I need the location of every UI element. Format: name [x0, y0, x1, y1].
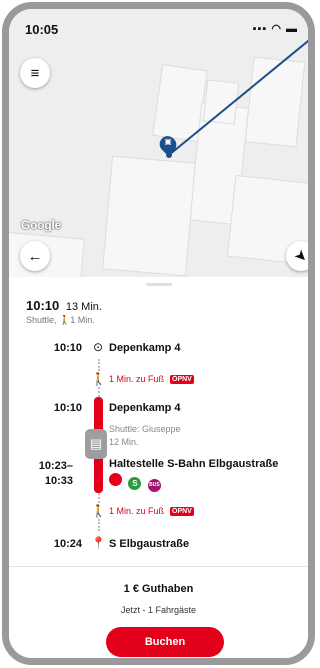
sheet-handle[interactable] [145, 283, 172, 286]
back-button[interactable]: ← [20, 241, 50, 271]
trip-summary: 10:10 13 Min. [26, 298, 102, 313]
trip-duration: 13 Min. [65, 301, 102, 313]
stop3-time-end: 10:33 [44, 475, 73, 487]
walk-icon: 🚶 [91, 372, 106, 386]
stop4-name: S Elbgaustraße [109, 538, 190, 550]
shuttle-duration: 12 Min. [109, 437, 139, 447]
stop2-time: 10:10 [53, 402, 82, 414]
booking-divider [9, 566, 308, 567]
locate-button[interactable]: ➤ [286, 241, 312, 271]
stop3-time-start: 10:23– [38, 460, 73, 472]
origin-icon: ⊙ [92, 340, 104, 354]
book-button[interactable]: Buchen [106, 627, 224, 657]
walk-dots-4 [98, 519, 102, 531]
passenger-info[interactable]: Jetzt - 1 Fahrgäste [9, 605, 308, 615]
shuttle-driver: Shuttle: Giuseppe [109, 424, 181, 434]
status-bar: 10:05 ▪▪▪ ◠ ▬ [9, 9, 308, 43]
stop3-name: Haltestelle S-Bahn Elbgaustraße [109, 458, 279, 470]
shuttle-vehicle-icon: ▤ [85, 429, 107, 459]
credit-label: 1 € Guthaben [123, 583, 194, 595]
walk-dots-1 [98, 359, 102, 371]
bus-line-icon: BUS [147, 479, 161, 492]
walk-dots-3 [98, 493, 102, 503]
google-attribution: Google [21, 218, 62, 232]
menu-icon: ≡ [30, 64, 40, 82]
menu-button[interactable]: ≡ [20, 58, 50, 88]
stop1-name: Depenkamp 4 [109, 342, 181, 354]
status-time: 10:05 [25, 22, 59, 37]
status-icons: ▪▪▪ ◠ ▬ [252, 23, 298, 35]
shuttle-pin-glyph: ▣ [164, 137, 172, 146]
ticket-badge-icon: ÖPNV [170, 375, 194, 385]
walk2-info: 1 Min. zu Fuß ÖPNV [109, 506, 194, 517]
map-view[interactable]: ▣ [9, 9, 308, 277]
stop2-name: Depenkamp 4 [109, 402, 181, 414]
sbahn-line-icon: S [128, 477, 142, 490]
locate-icon: ➤ [290, 245, 312, 267]
trip-modes: Shuttle, 🚶1 Min. [26, 315, 95, 325]
walk-icon-2: 🚶 [91, 504, 106, 518]
trip-details-sheet: 10:10 13 Min. Shuttle, 🚶1 Min. 10:10 ⊙ D… [9, 277, 308, 658]
back-arrow-icon: ← [27, 247, 43, 265]
walk1-info: 1 Min. zu Fuß ÖPNV [109, 374, 194, 385]
destination-pin-icon: 📍 [91, 536, 106, 550]
stop4-time: 10:24 [53, 538, 82, 550]
phone-frame: ▣ 10:05 ▪▪▪ ◠ ▬ ≡ Google ← ➤ 10:10 13 Mi… [2, 2, 315, 665]
transit-lines: S BUS [109, 473, 163, 492]
stop1-time: 10:10 [53, 342, 82, 354]
departure-time: 10:10 [26, 298, 60, 313]
walk-dots-2 [98, 387, 102, 397]
tram-line-icon [109, 473, 122, 486]
ticket-badge-icon-2: ÖPNV [170, 507, 194, 517]
